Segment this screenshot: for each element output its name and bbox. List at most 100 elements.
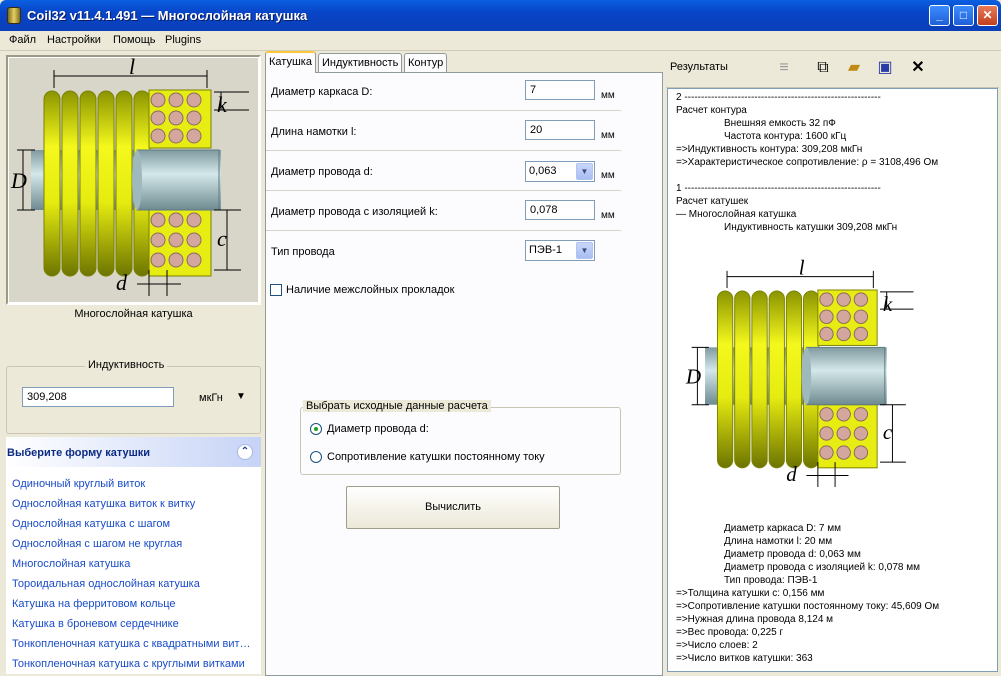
frame-diameter-unit: мм [601,90,615,101]
spacer-checkbox[interactable] [270,284,282,296]
wire-diameter-combo[interactable]: 0,063 ▼ [525,161,595,182]
coil-type-item[interactable]: Тонкопленочная катушка с круглыми виткам… [12,658,258,670]
label-D: D [685,365,701,389]
label-l: l [799,257,805,280]
result-line: Тип провода: ПЭВ-1 [724,575,818,586]
insulated-diameter-input[interactable]: 0,078 [525,200,595,220]
open-folder-icon[interactable]: ▰ [842,57,866,81]
wire-diameter-value: 0,063 [529,165,557,177]
save-icon[interactable]: ▣ [873,57,897,81]
winding-length-input[interactable]: 20 [525,120,595,140]
coil-form: Диаметр каркаса D: 7 мм Длина намотки l:… [265,72,663,676]
tab-circuit[interactable]: Контур [404,53,448,72]
result-line: =>Индуктивность контура: 309,208 мкГн [676,144,863,155]
result-line: Расчет катушек [676,196,749,207]
label-k: k [883,292,893,316]
coil-type-item[interactable]: Однослойная с шагом не круглая [12,538,258,550]
inductance-group: Индуктивность 309,208 мкГн ▼ [6,359,261,434]
inductance-unit-dropdown-icon[interactable]: ▼ [236,391,246,402]
clear-icon[interactable]: ✕ [906,57,930,81]
figure-caption: Многослойная катушка [74,308,193,320]
result-line: =>Сопротивление катушки постоянному току… [676,601,940,612]
menu-plugins[interactable]: Plugins [165,34,201,46]
coil-type-item[interactable]: Однослойная катушка виток к витку [12,498,258,510]
minimize-button[interactable]: _ [929,5,950,26]
inductance-unit: мкГн [199,392,223,404]
result-line: =>Число витков катушки: 363 [676,653,813,664]
winding-length-unit: мм [601,130,615,141]
app-icon [7,7,21,24]
label-k: k [217,92,228,117]
result-line: 2 --------------------------------------… [676,92,881,103]
coil-type-item[interactable]: Катушка на ферритовом кольце [12,598,258,610]
coil-type-item[interactable]: Одиночный круглый виток [12,478,258,490]
insulated-diameter-unit: мм [601,210,615,221]
source-data-group-title: Выбрать исходные данные расчета [303,400,491,412]
result-line: 1 --------------------------------------… [676,183,881,194]
row-separator [266,150,621,151]
results-title: Результаты [670,61,728,73]
collapse-chevron-icon[interactable]: ⌃ [237,444,253,460]
result-line: Частота контура: 1600 кГц [724,131,847,142]
radio-wire-diameter[interactable] [310,423,322,435]
chevron-down-icon[interactable]: ▼ [576,163,593,180]
results-coil-diagram: l k D c d [685,257,914,487]
row-separator [266,110,621,111]
label-D: D [10,168,27,193]
copy-icon[interactable]: ⧉ [811,57,835,81]
coil-type-item[interactable]: Тонкопленочная катушка с квадратными вит… [12,638,258,650]
multilayer-coil-diagram: l k D c d [10,54,249,296]
winding-length-label: Длина намотки l: [271,126,357,138]
coil-type-item[interactable]: Однослойная катушка с шагом [12,518,258,530]
result-line: Индуктивность катушки 309,208 мкГн [724,222,898,233]
radio-dc-resistance[interactable] [310,451,322,463]
result-line: Внешняя емкость 32 пФ [724,118,836,129]
result-line: — Многослойная катушка [676,209,797,220]
label-c: c [217,226,227,251]
label-l: l [129,58,135,79]
result-line: =>Толщина катушки c: 0,156 мм [676,588,825,599]
calculate-button[interactable]: Вычислить [346,486,560,529]
coil-type-item[interactable]: Тороидальная однослойная катушка [12,578,258,590]
menu-bar: Файл Настройки Помощь Plugins [0,31,1001,51]
chevron-down-icon[interactable]: ▼ [576,242,593,259]
inductance-group-title: Индуктивность [85,359,168,371]
result-line: =>Характеристическое сопротивление: ρ = … [676,157,939,168]
results-toolbar: Результаты ≡ ⧉ ▰ ▣ ✕ [666,52,999,88]
result-line: Диаметр каркаса D: 7 мм [724,523,842,534]
insulated-diameter-label: Диаметр провода с изоляцией k: [271,206,438,218]
coil-type-item[interactable]: Многослойная катушка [12,558,258,570]
coil-picture: l k D c d [6,54,261,305]
result-line: Диаметр провода с изоляцией k: 0,078 мм [724,562,920,573]
result-line: Длина намотки l: 20 мм [724,536,833,547]
frame-diameter-label: Диаметр каркаса D: [271,86,373,98]
source-data-group: Выбрать исходные данные расчета Диаметр … [300,400,621,475]
maximize-button[interactable]: □ [953,5,974,26]
result-line: =>Вес провода: 0,225 г [676,627,784,638]
results-text-area[interactable]: 2 --------------------------------------… [667,88,998,672]
menu-help[interactable]: Помощь [113,34,156,46]
title-bar: Coil32 v11.4.1.491 — Многослойная катушк… [0,0,1001,31]
result-line: Диаметр провода d: 0,063 мм [724,549,861,560]
close-button[interactable]: ✕ [977,5,998,26]
label-d: d [786,462,797,486]
wire-type-label: Тип провода [271,246,335,258]
label-d: d [116,270,128,295]
coil-type-header-label: Выберите форму катушки [7,447,151,459]
inductance-input[interactable]: 309,208 [22,387,174,407]
tab-coil[interactable]: Катушка [265,51,316,73]
result-line: =>Число слоев: 2 [676,640,758,651]
label-c: c [883,420,893,444]
coil-type-header[interactable]: Выберите форму катушки ⌃ [6,437,261,467]
frame-diameter-input[interactable]: 7 [525,80,595,100]
result-line: Расчет контура [676,105,747,116]
numbering-icon[interactable]: ≡ [772,57,796,81]
coil-type-item[interactable]: Катушка в броневом сердечнике [12,618,258,630]
wire-diameter-unit: мм [601,170,615,181]
menu-settings[interactable]: Настройки [47,34,101,46]
wire-type-combo[interactable]: ПЭВ-1 ▼ [525,240,595,261]
tab-inductance[interactable]: Индуктивность [318,53,403,72]
menu-file[interactable]: Файл [9,34,36,46]
row-separator [266,230,621,231]
radio-wire-diameter-label: Диаметр провода d: [327,423,429,435]
